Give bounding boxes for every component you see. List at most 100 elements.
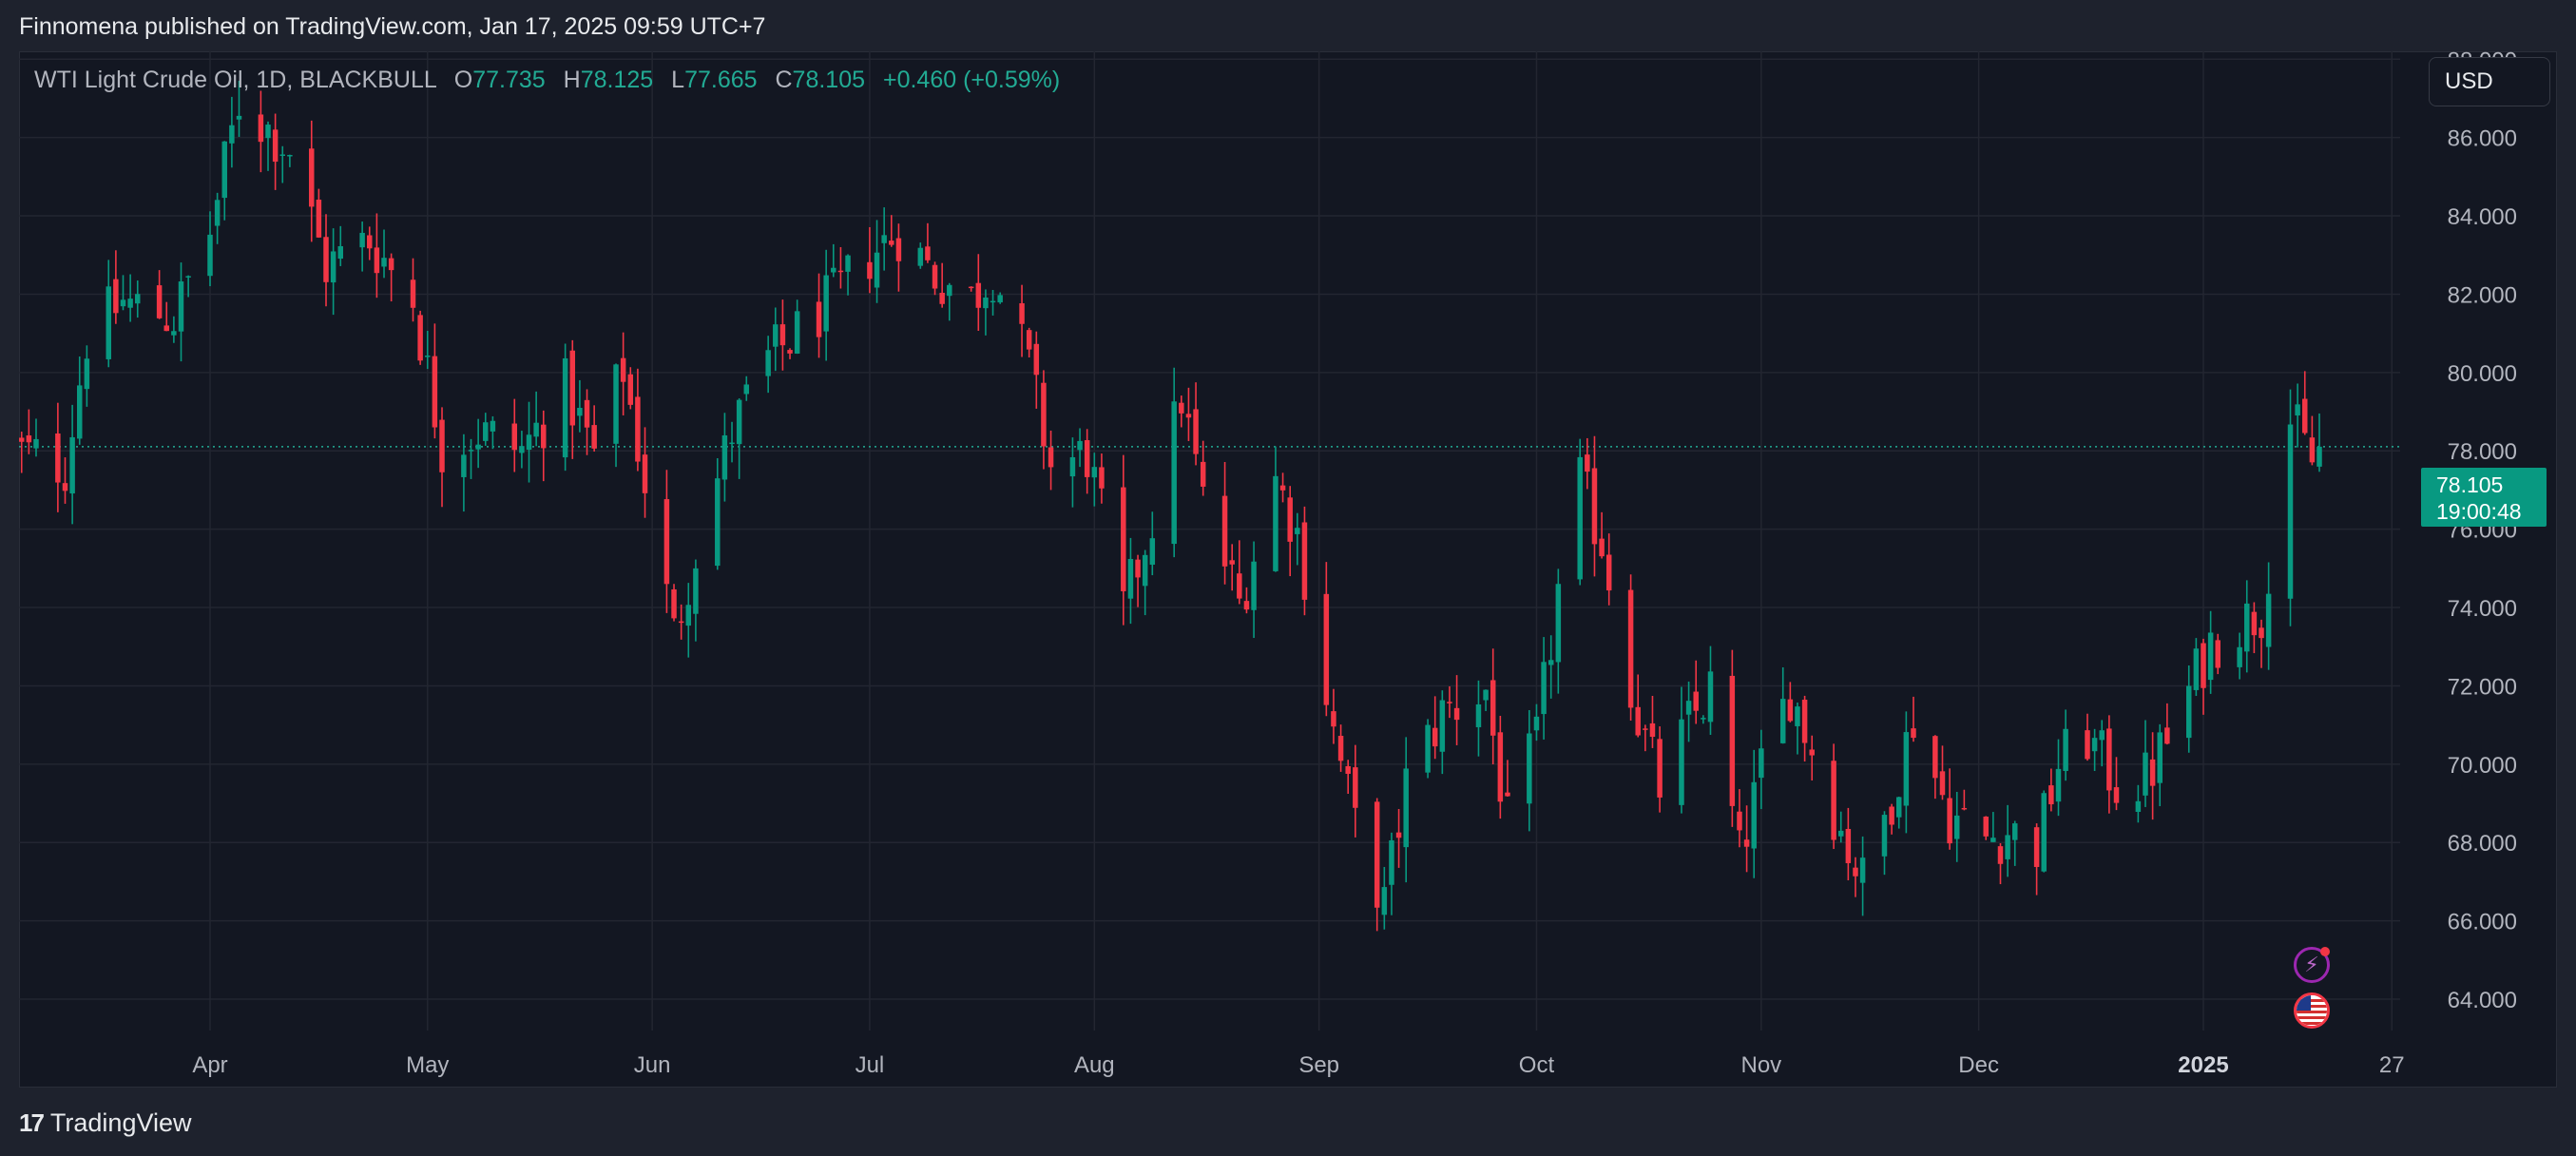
candle-body [1193, 409, 1199, 454]
candle [889, 215, 894, 247]
tradingview-logo[interactable]: 17 TradingView [19, 1108, 192, 1138]
candle-body [1679, 719, 1684, 805]
candle-body [1121, 487, 1126, 591]
candle [1041, 370, 1047, 470]
candle-body [381, 258, 387, 267]
candle-body [461, 454, 467, 477]
candle-body [1779, 699, 1786, 743]
candle [968, 286, 974, 292]
candle [1091, 453, 1098, 507]
candle [1903, 711, 1910, 834]
candle-body [1091, 467, 1098, 478]
candle [258, 90, 264, 173]
candle-body [1743, 839, 1750, 847]
candle [1389, 832, 1394, 915]
candle-body [917, 247, 924, 266]
candle [1701, 715, 1706, 724]
candle [1693, 660, 1699, 724]
candle-body [932, 264, 938, 289]
candle-body [2106, 728, 2112, 791]
candle [1287, 486, 1293, 577]
candle-body [2085, 730, 2090, 760]
candle [2099, 720, 2105, 767]
candle-body [1911, 728, 1916, 739]
candle [939, 262, 945, 308]
candle [272, 113, 279, 190]
candle-body [1831, 761, 1836, 840]
candle [214, 192, 221, 244]
candle [113, 250, 119, 324]
candle [1707, 645, 1714, 735]
candle [1585, 437, 1590, 490]
candle [874, 220, 880, 303]
candle-body [2157, 732, 2163, 783]
candle [432, 323, 438, 439]
candle-body [1221, 495, 1228, 567]
symbol-label[interactable]: WTI Light Crude Oil, 1D, BLACKBULL [34, 67, 436, 93]
candle-body [1251, 561, 1257, 610]
candle-body [279, 154, 285, 156]
candle-body [831, 267, 836, 273]
candle [221, 141, 227, 221]
candle-body [577, 407, 583, 416]
candle [1279, 472, 1286, 503]
candle-body [1243, 601, 1250, 610]
candle-body [1048, 447, 1054, 468]
price-chart[interactable]: 64.00066.00068.00070.00072.00074.00076.0… [19, 51, 2557, 1088]
candle [1505, 760, 1510, 797]
close-value: 78.105 [792, 67, 866, 93]
candle [410, 258, 416, 322]
candle-body [1787, 699, 1794, 722]
candle [591, 405, 597, 453]
candle-body [2251, 611, 2258, 636]
candle [2316, 413, 2322, 472]
candle-body [2265, 593, 2272, 647]
candle-body [490, 420, 496, 432]
candle [1439, 690, 1446, 775]
price-tick-label: 80.000 [2448, 361, 2517, 387]
candle-body [156, 285, 163, 318]
candle-body [627, 374, 634, 405]
candle-body [33, 438, 39, 449]
candle-body [1895, 797, 1902, 818]
lightning-icon[interactable]: ⚡ [2294, 947, 2330, 983]
candle-body [2207, 632, 2214, 681]
candle [2033, 823, 2040, 896]
us-flag-icon[interactable] [2294, 992, 2330, 1029]
candle [1099, 453, 1105, 504]
candle [1127, 537, 1134, 625]
candle-body [1505, 792, 1510, 797]
candle-body [1953, 815, 1960, 839]
candle [1135, 554, 1141, 607]
candle-body [1127, 558, 1134, 599]
candle-body [84, 358, 90, 390]
candle-body [1475, 703, 1482, 727]
candle-body [2005, 835, 2010, 859]
price-tick-label: 72.000 [2448, 674, 2517, 700]
candle-body [1171, 401, 1177, 545]
candle-body [569, 350, 576, 426]
price-tick-label: 68.000 [2448, 831, 2517, 857]
candle-body [729, 442, 735, 445]
currency-selector-button[interactable]: USD [2429, 57, 2550, 106]
candle-body [1301, 522, 1308, 600]
candle [2011, 820, 2018, 866]
candle-body [1837, 830, 1844, 837]
price-tick-label: 82.000 [2448, 282, 2517, 308]
candle [1961, 789, 1968, 811]
candle-body [1657, 739, 1663, 798]
candle [932, 261, 938, 296]
candle-body [519, 446, 525, 453]
candle-body [867, 261, 873, 279]
grid-lines [19, 51, 2400, 1031]
candle-body [584, 399, 590, 428]
candle-body [1801, 700, 1808, 743]
low-key: L [671, 67, 685, 93]
candle [2113, 757, 2120, 811]
candle-body [1859, 857, 1866, 883]
candle [1331, 688, 1336, 744]
candle [1069, 437, 1076, 508]
price-tick-label: 74.000 [2448, 596, 2517, 622]
candle [1171, 367, 1177, 558]
candle-body [1751, 781, 1757, 849]
